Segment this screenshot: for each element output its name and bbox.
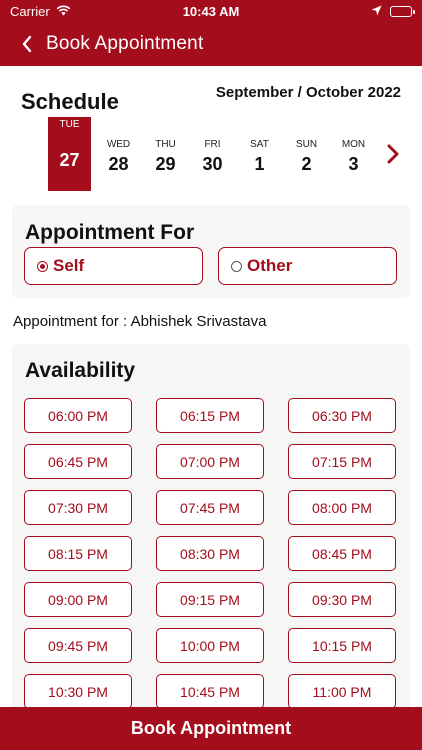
availability-heading: Availability [25, 359, 136, 382]
day-number: 1 [254, 154, 265, 174]
other-option[interactable]: Other [218, 247, 397, 285]
book-appointment-button[interactable]: Book Appointment [0, 707, 422, 750]
time-slot[interactable]: 08:15 PM [24, 536, 132, 571]
chevron-right-icon[interactable] [382, 140, 404, 168]
time-slot[interactable]: 06:15 PM [156, 398, 264, 433]
availability-card: Availability 06:00 PM 06:15 PM 06:30 PM … [12, 344, 410, 724]
back-arrow-icon[interactable] [12, 35, 42, 53]
time-slot[interactable]: 11:00 PM [288, 674, 396, 709]
schedule-heading: Schedule [21, 89, 119, 114]
day-number: 29 [155, 154, 176, 174]
date-day[interactable]: SAT 1 [236, 117, 283, 191]
time-slot[interactable]: 06:30 PM [288, 398, 396, 433]
time-slot[interactable]: 06:00 PM [24, 398, 132, 433]
time-slot[interactable]: 10:00 PM [156, 628, 264, 663]
day-number: 28 [108, 154, 129, 174]
time-slot[interactable]: 10:15 PM [288, 628, 396, 663]
day-of-week: TUE [59, 119, 80, 130]
day-of-week: FRI [204, 139, 221, 150]
date-day[interactable]: THU 29 [142, 117, 189, 191]
status-bar: Carrier 10:43 AM [0, 0, 422, 24]
app-header: Carrier 10:43 AM Book Appointment [0, 0, 422, 66]
self-option-label: Self [53, 256, 85, 275]
status-indicators [371, 4, 415, 19]
date-strip: TUE 27 WED 28 THU 29 FRI 30 SAT 1 SUN 2 … [48, 117, 377, 191]
date-day[interactable]: MON 3 [330, 117, 377, 191]
day-of-week: SUN [295, 139, 318, 150]
radio-selected-icon [37, 260, 48, 272]
time-slot[interactable]: 07:15 PM [288, 444, 396, 479]
time-slot[interactable]: 09:45 PM [24, 628, 132, 663]
time-slot[interactable]: 09:15 PM [156, 582, 264, 617]
appointment-for-summary: Appointment for : Abhishek Srivastava [13, 313, 267, 330]
day-of-week: SAT [250, 139, 269, 150]
day-of-week: MON [341, 139, 366, 150]
day-number: 3 [348, 154, 359, 174]
appointment-for-heading: Appointment For [25, 221, 195, 244]
time-slot[interactable]: 08:00 PM [288, 490, 396, 525]
battery-icon [390, 6, 415, 17]
time-slot[interactable]: 06:45 PM [24, 444, 132, 479]
date-day[interactable]: TUE 27 [48, 117, 91, 191]
time-slot[interactable]: 08:30 PM [156, 536, 264, 571]
day-number: 2 [301, 154, 312, 174]
time-slot[interactable]: 07:45 PM [156, 490, 264, 525]
month-label: September / October 2022 [215, 84, 401, 101]
appointment-for-card: Appointment For Self Other [12, 205, 410, 298]
self-option[interactable]: Self [24, 247, 203, 285]
time-slot[interactable]: 07:30 PM [24, 490, 132, 525]
date-day[interactable]: FRI 30 [189, 117, 236, 191]
time-slot[interactable]: 09:30 PM [288, 582, 396, 617]
time-slot[interactable]: 07:00 PM [156, 444, 264, 479]
time-slot-grid: 06:00 PM 06:15 PM 06:30 PM 06:45 PM 07:0… [24, 398, 398, 709]
time-slot[interactable]: 10:30 PM [24, 674, 132, 709]
other-option-label: Other [247, 256, 293, 275]
time-slot[interactable]: 08:45 PM [288, 536, 396, 571]
nav-bar: Book Appointment [0, 28, 422, 60]
radio-unselected-icon [231, 260, 242, 272]
day-number: 30 [202, 154, 223, 174]
date-day[interactable]: SUN 2 [283, 117, 330, 191]
clock: 10:43 AM [182, 4, 240, 19]
page-title: Book Appointment [46, 33, 204, 54]
day-of-week: WED [106, 139, 131, 150]
location-icon [371, 4, 382, 19]
time-slot[interactable]: 10:45 PM [156, 674, 264, 709]
day-of-week: THU [155, 139, 176, 150]
time-slot[interactable]: 09:00 PM [24, 582, 132, 617]
day-number: 27 [59, 150, 80, 170]
date-day[interactable]: WED 28 [95, 117, 142, 191]
